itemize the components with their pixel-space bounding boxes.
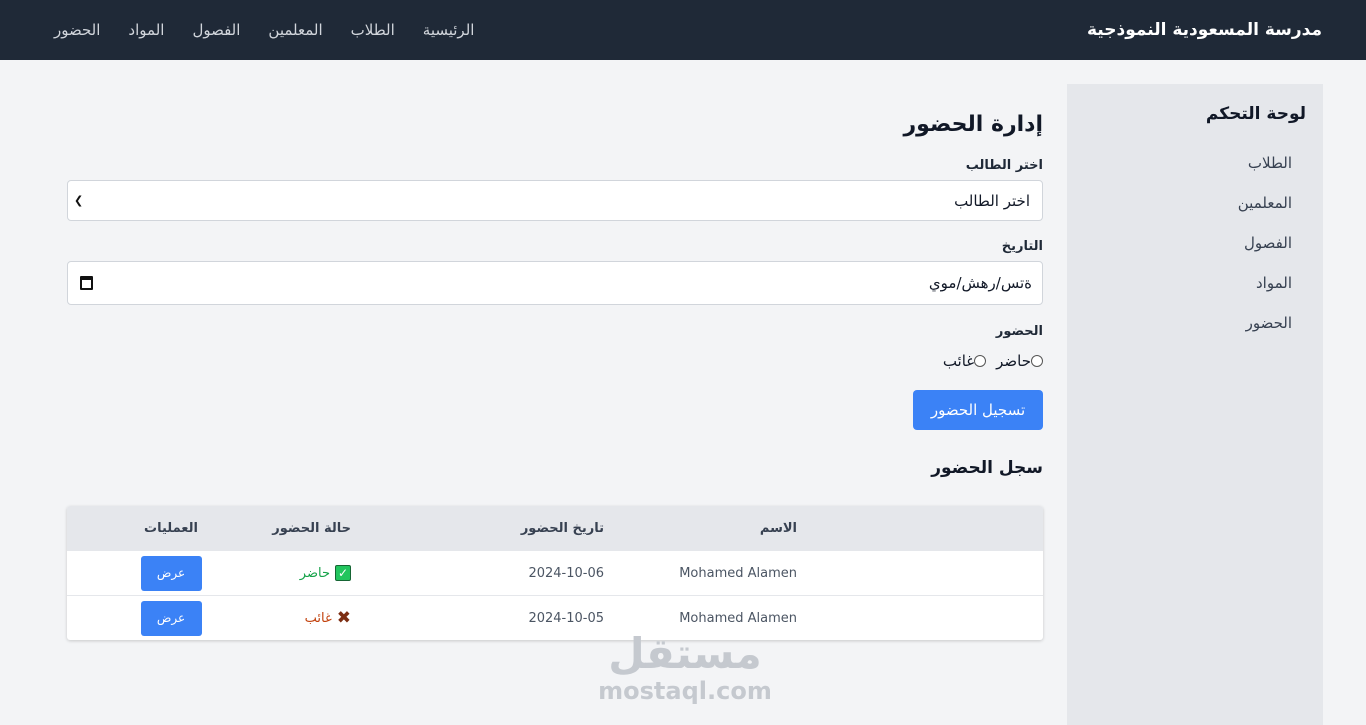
sidebar-item-teachers[interactable]: المعلمين — [1238, 194, 1292, 234]
row-actions: عرض — [140, 596, 202, 640]
row-date: 2024-10-06 — [528, 565, 604, 581]
view-button[interactable]: عرض — [140, 600, 202, 636]
row-status: ✓ حاضر — [300, 551, 351, 595]
header-name: الاسم — [759, 520, 797, 536]
nav-link-students[interactable]: الطلاب — [351, 21, 395, 39]
status-badge: غائب — [304, 610, 332, 626]
nav-link-attendance[interactable]: الحضور — [54, 21, 100, 39]
watermark-arabic: مستقل — [608, 629, 762, 678]
student-select-value: اختر الطالب — [954, 191, 1030, 210]
date-input[interactable]: ةتس/رهش/موي — [67, 261, 1043, 305]
row-name: Mohamed Alamen — [679, 565, 797, 581]
calendar-icon[interactable] — [80, 276, 93, 290]
check-icon: ✓ — [335, 565, 351, 581]
radio-present-circle[interactable] — [1031, 355, 1043, 367]
status-badge: حاضر — [299, 565, 330, 581]
page-title: إدارة الحضور — [903, 112, 1043, 137]
row-status: ✖ غائب — [305, 596, 351, 640]
brand-title[interactable]: مدرسة المسعودية النموذجية — [1087, 20, 1322, 40]
attendance-table: الاسم تاريخ الحضور حالة الحضور العمليات … — [67, 506, 1043, 640]
chevron-down-icon: ❯ — [74, 194, 84, 207]
top-navbar: مدرسة المسعودية النموذجية الرئيسية الطلا… — [0, 0, 1366, 60]
radio-absent-circle[interactable] — [974, 355, 987, 367]
sidebar-title: لوحة التحكم — [1205, 104, 1306, 124]
header-actions: العمليات — [144, 520, 198, 536]
sidebar: لوحة التحكم الطلاب المعلمين الفصول الموا… — [1067, 84, 1323, 725]
radio-absent-label: غائب — [942, 352, 975, 370]
nav-link-home[interactable]: الرئيسية — [423, 21, 475, 39]
watermark-latin: mostaql.com — [598, 677, 772, 705]
table-row: Mohamed Alamen 2024-10-06 ✓ حاضر عرض — [67, 550, 1043, 595]
nav-link-classes[interactable]: الفصول — [192, 21, 240, 39]
cross-icon: ✖ — [336, 607, 351, 628]
attendance-radio-group: حاضر غائب — [943, 352, 1043, 370]
nav-links: الرئيسية الطلاب المعلمين الفصول المواد ا… — [54, 21, 474, 39]
view-button[interactable]: عرض — [140, 555, 202, 591]
sidebar-item-attendance[interactable]: الحضور — [1238, 314, 1292, 354]
row-actions: عرض — [140, 551, 202, 595]
student-label: اختر الطالب — [965, 158, 1043, 173]
attendance-log-title: سجل الحضور — [931, 458, 1043, 478]
record-attendance-button[interactable]: تسجيل الحضور — [913, 390, 1043, 430]
header-date: تاريخ الحضور — [520, 520, 604, 536]
nav-link-subjects[interactable]: المواد — [128, 21, 164, 39]
sidebar-item-students[interactable]: الطلاب — [1238, 154, 1292, 194]
radio-present-label: حاضر — [996, 352, 1031, 370]
student-select[interactable]: اختر الطالب ❯ — [67, 180, 1043, 221]
sidebar-item-classes[interactable]: الفصول — [1238, 234, 1292, 274]
sidebar-list: الطلاب المعلمين الفصول المواد الحضور — [1238, 154, 1292, 354]
sidebar-item-subjects[interactable]: المواد — [1238, 274, 1292, 314]
date-label: التاريخ — [1001, 239, 1043, 254]
watermark-logo: مستقل mostaql.com — [590, 629, 780, 705]
date-input-value: ةتس/رهش/موي — [928, 274, 1032, 292]
nav-link-teachers[interactable]: المعلمين — [268, 21, 322, 39]
radio-present[interactable]: حاضر — [996, 352, 1043, 370]
attendance-label: الحضور — [995, 324, 1043, 339]
header-status: حالة الحضور — [272, 520, 351, 536]
table-row: Mohamed Alamen 2024-10-05 ✖ غائب عرض — [67, 595, 1043, 640]
table-header-row: الاسم تاريخ الحضور حالة الحضور العمليات — [67, 506, 1043, 550]
radio-absent[interactable]: غائب — [942, 352, 987, 370]
